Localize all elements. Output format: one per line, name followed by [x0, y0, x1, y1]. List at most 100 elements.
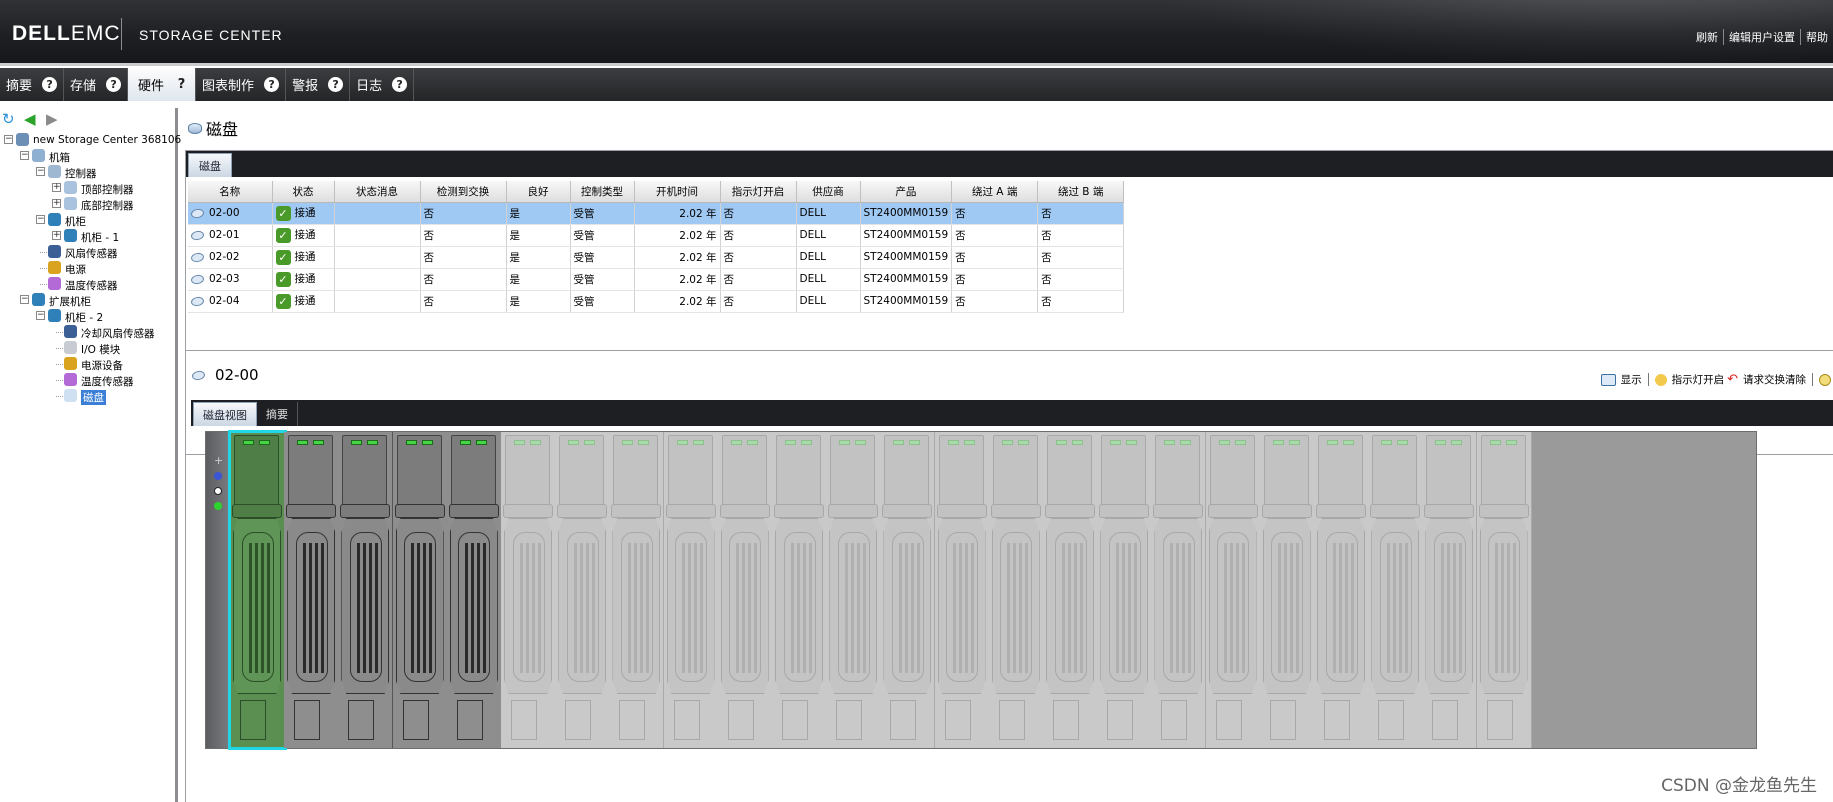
collapse-icon[interactable]: − [36, 167, 45, 176]
help-icon[interactable]: ? [106, 77, 122, 92]
help-icon[interactable]: ? [264, 77, 280, 92]
led-icon [801, 440, 812, 445]
disk-bay[interactable] [988, 432, 1044, 748]
column-header[interactable]: 指示灯开启 [720, 181, 797, 203]
disk-bay[interactable] [555, 432, 611, 748]
tab-disks[interactable]: 磁盘 [188, 153, 232, 177]
tree-item[interactable]: − 控制器 [0, 164, 178, 180]
disk-bay[interactable] [609, 432, 665, 748]
help-icon[interactable]: ? [328, 77, 344, 92]
tree-item[interactable]: 温度传感器 [0, 276, 178, 292]
disk-bay[interactable] [1151, 432, 1207, 748]
tab-storage[interactable]: 存储? [64, 68, 129, 101]
column-header[interactable]: 开机时间 [634, 181, 721, 203]
back-arrow-icon[interactable]: ◀ [24, 112, 38, 127]
tree-item[interactable]: − 扩展机柜 [0, 292, 178, 308]
table-row[interactable]: 02-00 ✓ 接通否是受管 2.02 年否 DELL ST2400MM0159 否否 [188, 202, 1125, 225]
disk-bay[interactable] [1259, 432, 1315, 748]
disk-bay[interactable] [392, 432, 448, 748]
disk-bay[interactable] [1422, 432, 1478, 748]
tree-item[interactable]: 风扇传感器 [0, 244, 178, 260]
disk-bay[interactable] [446, 432, 502, 748]
display-action[interactable]: 显示 [1621, 372, 1642, 387]
table-row[interactable]: 02-02 ✓ 接通否是受管 2.02 年否 DELL ST2400MM0159 否否 [188, 246, 1125, 269]
disk-bay[interactable] [1368, 432, 1424, 748]
collapse-icon[interactable]: − [4, 135, 13, 144]
tree-item[interactable]: − 机柜 [0, 212, 178, 228]
tab-charting[interactable]: 图表制作? [196, 68, 287, 101]
collapse-icon[interactable]: − [36, 311, 45, 320]
disk-bay[interactable] [501, 432, 556, 748]
refresh-icon[interactable]: ↻ [2, 112, 16, 127]
column-header[interactable]: 绕过 B 端 [1037, 181, 1125, 203]
disk-bay[interactable] [1314, 432, 1369, 748]
app-header: DELLEMC STORAGE CENTER 刷新 编辑用户设置 帮助 [0, 0, 1833, 66]
column-header[interactable]: 状态消息 [334, 181, 421, 203]
disk-bay[interactable] [663, 432, 719, 748]
tree-item[interactable]: − 机柜 - 2 [0, 308, 178, 324]
collapse-icon[interactable]: − [20, 295, 29, 304]
collapse-icon[interactable]: − [36, 215, 45, 224]
tab-logs[interactable]: 日志? [350, 68, 415, 101]
disk-bay[interactable] [717, 432, 773, 748]
tree-item[interactable]: + 顶部控制器 [0, 180, 178, 196]
tree-item[interactable]: + 机柜 - 1 [0, 228, 178, 244]
disk-view-tabs: 磁盘视图 摘要 [193, 402, 298, 426]
tree-item[interactable]: 电源设备 [0, 356, 178, 372]
undo-icon[interactable]: ↶ [1727, 372, 1738, 387]
tree-item[interactable]: 电源 [0, 260, 178, 276]
collapse-icon[interactable]: − [20, 151, 29, 160]
column-header[interactable]: 供应商 [796, 181, 861, 203]
indicator-on-action[interactable]: 指示灯开启 [1672, 372, 1725, 387]
disk-bay[interactable] [934, 432, 990, 748]
column-header[interactable]: 控制类型 [570, 181, 635, 203]
led-icon [1180, 440, 1192, 445]
expand-icon[interactable]: + [52, 231, 61, 240]
edit-user-settings-link[interactable]: 编辑用户设置 [1723, 29, 1800, 45]
column-header[interactable]: 检测到交换 [420, 181, 507, 203]
tab-disk-view[interactable]: 磁盘视图 [193, 402, 257, 426]
disk-bay[interactable] [1205, 432, 1261, 748]
tree-item[interactable]: 温度传感器 [0, 372, 178, 388]
tree-item[interactable]: − 机箱 [0, 148, 178, 164]
cell-vendor: DELL [796, 268, 861, 291]
disk-bay[interactable] [826, 432, 882, 748]
display-icon[interactable] [1600, 373, 1616, 386]
column-header[interactable]: 名称 [188, 181, 273, 203]
table-row[interactable]: 02-03 ✓ 接通否是受管 2.02 年否 DELL ST2400MM0159 否否 [188, 268, 1125, 291]
tree-item[interactable]: − new Storage Center 368106 [0, 132, 181, 148]
column-header[interactable]: 绕过 A 端 [951, 181, 1039, 203]
disk-bay[interactable] [1476, 432, 1532, 748]
help-icon[interactable]: ? [42, 77, 58, 92]
tab-summary[interactable]: 摘要? [0, 68, 65, 101]
disk-action-icon[interactable] [1819, 373, 1831, 386]
indicator-light-icon[interactable] [1654, 373, 1667, 386]
help-link[interactable]: 帮助 [1800, 29, 1833, 45]
column-header[interactable]: 良好 [506, 181, 571, 203]
disk-bay[interactable] [880, 432, 936, 748]
refresh-link[interactable]: 刷新 [1691, 29, 1723, 45]
disk-bay[interactable] [772, 432, 827, 748]
tree-item[interactable]: + 底部控制器 [0, 196, 178, 212]
tree-item[interactable]: 冷却风扇传感器 [0, 324, 178, 340]
disk-bay[interactable] [338, 432, 394, 748]
expand-icon[interactable]: + [52, 199, 61, 208]
tree-item[interactable]: 磁盘 [0, 388, 178, 405]
forward-arrow-icon[interactable]: ▶ [46, 112, 60, 127]
tab-alerts[interactable]: 警报? [286, 68, 351, 101]
disk-bay[interactable] [1043, 432, 1098, 748]
disk-bay[interactable] [284, 432, 340, 748]
table-row[interactable]: 02-04 ✓ 接通否是受管 2.02 年否 DELL ST2400MM0159 否否 [188, 290, 1125, 313]
tab-hardware[interactable]: 硬件? [128, 68, 197, 101]
tab-disk-summary[interactable]: 摘要 [257, 402, 298, 426]
column-header[interactable]: 状态 [272, 181, 335, 203]
request-swap-clear-action[interactable]: 请求交换清除 [1743, 372, 1806, 387]
help-icon[interactable]: ? [174, 77, 189, 92]
disk-bay[interactable] [230, 432, 285, 748]
column-header[interactable]: 产品 [860, 181, 953, 203]
disk-bay[interactable] [1097, 432, 1153, 748]
expand-icon[interactable]: + [52, 183, 61, 192]
help-icon[interactable]: ? [392, 77, 408, 92]
tree-item[interactable]: I/O 模块 [0, 340, 178, 356]
table-row[interactable]: 02-01 ✓ 接通否是受管 2.02 年否 DELL ST2400MM0159 否否 [188, 224, 1125, 247]
